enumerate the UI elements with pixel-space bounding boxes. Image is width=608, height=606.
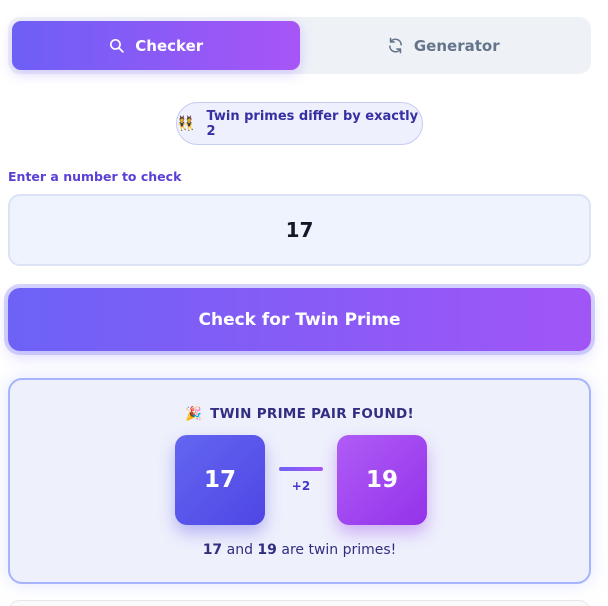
number-field-label: Enter a number to check (8, 169, 182, 184)
second-prime-value: 19 (365, 467, 398, 493)
mode-tabs: Checker Generator (8, 17, 591, 74)
second-prime-box: 19 (337, 435, 427, 525)
sentence-first-prime: 17 (202, 542, 223, 558)
dancers-icon: 👯 (177, 115, 195, 132)
party-popper-icon: 🎉 (184, 406, 203, 422)
result-title: 🎉 TWIN PRIME PAIR FOUND! (10, 406, 589, 422)
pair-connector (279, 467, 323, 471)
refresh-icon (388, 37, 402, 54)
difference-label: +2 (291, 479, 311, 493)
tab-checker-label: Checker (135, 36, 204, 55)
number-input[interactable] (8, 194, 591, 266)
hint-text: Twin primes differ by exactly 2 (206, 108, 419, 139)
result-sentence: 17 and 19 are twin primes! (10, 542, 589, 558)
result-card: 🎉 TWIN PRIME PAIR FOUND! 17 +2 19 17 and … (8, 378, 591, 584)
result-title-text: TWIN PRIME PAIR FOUND! (210, 406, 415, 422)
check-twin-prime-button[interactable]: Check for Twin Prime (8, 288, 591, 351)
tab-generator[interactable]: Generator (300, 21, 588, 70)
first-prime-box: 17 (175, 435, 265, 525)
search-icon (110, 38, 125, 53)
first-prime-value: 17 (203, 467, 236, 493)
sentence-suffix: are twin primes! (281, 542, 397, 558)
twin-prime-hint-badge: 👯 Twin primes differ by exactly 2 (176, 102, 423, 145)
sentence-and: and (226, 542, 253, 558)
sentence-second-prime: 19 (257, 542, 277, 558)
next-section-edge (8, 600, 591, 606)
tab-checker[interactable]: Checker (12, 21, 300, 70)
tab-generator-label: Generator (413, 36, 500, 55)
